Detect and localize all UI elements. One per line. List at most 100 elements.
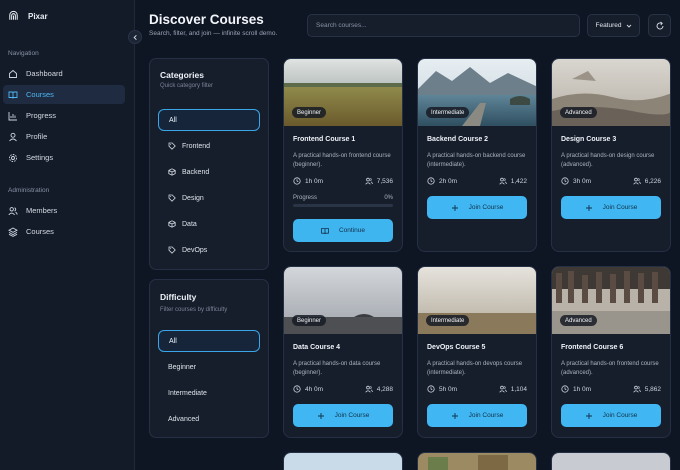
difficulty-label: All	[169, 337, 177, 345]
sidebar-item-label: Courses	[26, 227, 54, 236]
sidebar-collapse-button[interactable]	[128, 30, 142, 44]
course-title: Backend Course 2	[427, 136, 489, 143]
join-course-button[interactable]: Join Course	[561, 404, 661, 427]
tag-icon	[168, 194, 176, 202]
tag-icon	[168, 142, 176, 150]
category-label: Design	[182, 194, 204, 202]
join-button-label: Join Course	[468, 412, 504, 419]
chevron-left-icon	[133, 34, 137, 40]
clock-icon	[293, 177, 301, 185]
course-title: Frontend Course 6	[561, 344, 624, 351]
users-icon	[8, 206, 18, 215]
search-input[interactable]	[316, 22, 579, 29]
sidebar-item-profile[interactable]: Profile	[3, 127, 125, 146]
level-badge: Intermediate	[426, 107, 470, 118]
sidebar-item-courses[interactable]: Courses	[3, 85, 125, 104]
difficulty-subtitle: Filter courses by difficulty	[160, 307, 228, 313]
clock-icon	[561, 385, 569, 393]
plus-icon	[317, 412, 324, 419]
level-badge: Beginner	[292, 315, 327, 326]
join-course-button[interactable]: Join Course	[293, 404, 393, 427]
course-card[interactable]: Intermediate Backend Course 2 A practica…	[417, 58, 537, 252]
category-label: DevOps	[182, 246, 208, 254]
course-description: A practical hands-on design course (adva…	[561, 153, 655, 168]
join-course-button[interactable]: Join Course	[427, 196, 527, 219]
course-card[interactable]: Beginner Data Course 4 A practical hands…	[283, 266, 403, 438]
difficulty-panel: Difficulty Filter courses by difficulty …	[149, 279, 269, 438]
join-button-label: Join Course	[334, 412, 370, 419]
progress-label: Progress	[293, 195, 318, 201]
course-card[interactable]: Beginner Frontend Course 1 A practical h…	[283, 58, 403, 252]
course-card-partial[interactable]	[417, 452, 537, 470]
difficulty-all[interactable]: All	[158, 330, 260, 352]
page-title: Discover Courses	[149, 12, 264, 27]
clock-icon	[293, 385, 301, 393]
category-all[interactable]: All	[158, 109, 260, 131]
users-icon	[499, 177, 507, 185]
category-frontend[interactable]: Frontend	[158, 135, 260, 157]
join-button-label: Join Course	[602, 412, 638, 419]
course-card[interactable]: Advanced Design Course 3 A practical han…	[551, 58, 671, 252]
course-card-partial[interactable]	[283, 452, 403, 470]
category-backend[interactable]: Backend	[158, 161, 260, 183]
category-label: All	[169, 116, 177, 124]
plus-icon	[451, 204, 458, 211]
users-icon	[365, 385, 373, 393]
course-card[interactable]: Intermediate DevOps Course 5 A practical…	[417, 266, 537, 438]
course-learners: 6,226	[633, 177, 661, 185]
category-label: Backend	[182, 168, 210, 176]
search-box[interactable]	[307, 14, 580, 37]
fingerprint-logo-icon	[9, 10, 18, 20]
duration-value: 1h 0m	[305, 177, 324, 185]
difficulty-advanced[interactable]: Advanced	[158, 408, 260, 430]
app-name: Pixar	[28, 11, 48, 21]
course-learners: 1,104	[499, 385, 527, 393]
category-devops[interactable]: DevOps	[158, 239, 260, 261]
learners-count: 7,536	[376, 177, 393, 185]
course-duration: 1h 0m	[293, 177, 323, 185]
course-card-partial[interactable]	[551, 452, 671, 470]
plus-icon	[451, 412, 458, 419]
sidebar-item-progress[interactable]: Progress	[3, 106, 125, 125]
plus-icon	[585, 204, 592, 211]
home-icon	[9, 69, 17, 78]
difficulty-intermediate[interactable]: Intermediate	[158, 382, 260, 404]
course-learners: 4,288	[365, 385, 393, 393]
category-design[interactable]: Design	[158, 187, 260, 209]
course-learners: 7,536	[365, 177, 393, 185]
sidebar-item-dashboard[interactable]: Dashboard	[3, 64, 125, 83]
course-title: Design Course 3	[561, 136, 617, 143]
join-button-label: Join Course	[602, 204, 638, 211]
sidebar-item-members[interactable]: Members	[3, 201, 125, 220]
brand[interactable]: Pixar	[7, 9, 48, 23]
join-course-button[interactable]: Join Course	[561, 196, 661, 219]
difficulty-beginner[interactable]: Beginner	[158, 356, 260, 378]
course-description: A practical hands-on devops course (inte…	[427, 361, 523, 376]
course-description: A practical hands-on frontend course (be…	[293, 153, 391, 168]
duration-value: 5h 0m	[439, 385, 458, 393]
category-data[interactable]: Data	[158, 213, 260, 235]
sidebar-item-label: Settings	[26, 153, 54, 162]
section-label-administration: Administration	[8, 187, 50, 194]
duration-value: 2h 0m	[439, 177, 458, 185]
users-icon	[633, 385, 641, 393]
sidebar-item-settings[interactable]: Settings	[3, 148, 125, 167]
sidebar-item-label: Courses	[26, 90, 54, 99]
learners-count: 5,862	[644, 385, 661, 393]
course-card[interactable]: Advanced Frontend Course 6 A practical h…	[551, 266, 671, 438]
join-course-button[interactable]: Join Course	[427, 404, 527, 427]
difficulty-label: Intermediate	[168, 389, 207, 397]
level-badge: Advanced	[560, 315, 597, 326]
continue-button-label: Continue	[338, 227, 366, 234]
layers-icon	[8, 226, 18, 237]
clock-icon	[427, 177, 435, 185]
refresh-button[interactable]	[648, 14, 671, 37]
learners-count: 1,422	[510, 177, 527, 185]
difficulty-label: Beginner	[168, 363, 197, 371]
sidebar-item-admin-courses[interactable]: Courses	[3, 222, 125, 241]
sort-select[interactable]: Featured	[587, 14, 640, 37]
course-title: DevOps Course 5	[427, 344, 486, 351]
book-icon	[8, 91, 18, 99]
continue-button[interactable]: Continue	[293, 219, 393, 242]
duration-value: 4h 0m	[305, 385, 324, 393]
